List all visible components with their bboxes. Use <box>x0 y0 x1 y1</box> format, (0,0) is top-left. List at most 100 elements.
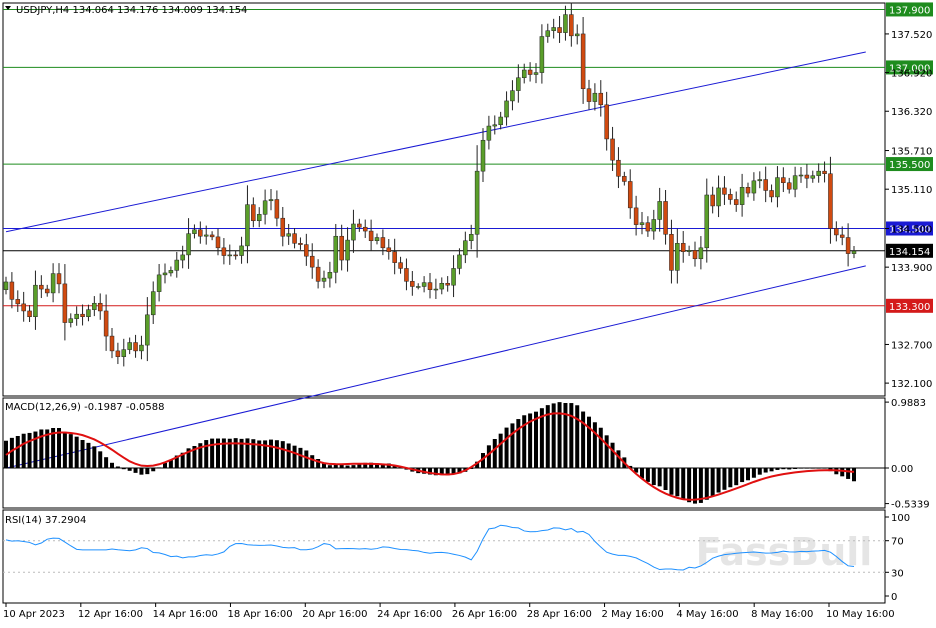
bull-candle <box>657 201 662 220</box>
bull-candle <box>574 33 580 37</box>
macd-bar <box>846 468 851 479</box>
bear-candle <box>586 88 592 102</box>
macd-bar <box>139 468 144 475</box>
bull-candle <box>698 247 704 260</box>
bear-candle <box>21 303 26 312</box>
macd-bar <box>280 441 285 468</box>
bull-candle <box>227 254 233 257</box>
price-axis: 137.520 136.920 136.320 135.710 135.110 134.5… <box>885 30 932 603</box>
bear-candle <box>569 14 574 37</box>
bear-candle <box>404 268 409 282</box>
horizontal-levels: 137.900137.000135.500134.500134.154133.3… <box>3 2 933 313</box>
pane-frames <box>2 2 886 604</box>
price-tick-label: 135.110 <box>891 185 932 196</box>
macd-bar <box>57 428 61 468</box>
time-tick-label: 10 May 16:00 <box>826 609 895 620</box>
macd-bar <box>145 468 150 475</box>
macd-signal-line <box>5 412 855 501</box>
bull-candle <box>345 239 350 261</box>
bull-candle <box>451 268 456 286</box>
bull-candle <box>321 277 327 282</box>
macd-bar <box>563 403 568 468</box>
symbol-header: USDJPY,H4 134.064 134.176 134.009 134.15… <box>16 5 247 16</box>
macd-bar <box>651 468 656 486</box>
bull-candle <box>415 286 421 288</box>
level-label: 133.300 <box>889 302 930 313</box>
bear-candle <box>233 254 238 257</box>
bull-candle <box>816 170 821 176</box>
bull-candle <box>439 283 445 290</box>
bear-candle <box>728 194 733 200</box>
bear-candle <box>97 302 103 312</box>
bear-candle <box>557 27 562 33</box>
bull-candle <box>651 219 657 232</box>
macd-bar <box>157 467 162 468</box>
candles <box>3 2 857 367</box>
watermark: FassBull <box>696 530 873 574</box>
bear-candle <box>39 284 44 290</box>
bear-candle <box>392 251 397 263</box>
bull-candle <box>286 233 291 237</box>
bull-candle <box>486 125 492 141</box>
bear-candle <box>692 250 698 260</box>
macd-bar <box>799 468 803 469</box>
macd-bar <box>151 468 156 472</box>
bull-candle <box>239 245 244 256</box>
bear-candle <box>315 266 321 282</box>
bull-candle <box>810 175 816 179</box>
bear-candle <box>292 233 297 244</box>
macd-tick-label: -0.5339 <box>891 500 930 511</box>
bear-candle <box>669 234 674 271</box>
bull-candle <box>33 284 38 318</box>
bull-candle <box>74 313 79 319</box>
bear-candle <box>598 92 604 106</box>
bear-candle <box>133 342 138 352</box>
macd-bar <box>86 442 91 468</box>
bear-candle <box>427 282 433 290</box>
macd-pane <box>3 402 885 504</box>
macd-bar <box>274 440 279 468</box>
macd-bar <box>728 468 733 488</box>
macd-bar <box>669 468 674 495</box>
chart-canvas[interactable]: FassBull 137.900137.000135.500134.500134… <box>0 0 936 624</box>
bull-candle <box>675 243 680 271</box>
macd-bar <box>498 433 503 468</box>
level-label: 134.154 <box>889 247 930 258</box>
macd-bar <box>345 465 350 468</box>
bull-candle <box>751 180 757 194</box>
bear-candle <box>527 69 533 75</box>
rsi-tick-label: 70 <box>891 537 904 548</box>
time-tick-label: 8 May 16:00 <box>751 609 813 620</box>
bull-candle <box>156 274 162 292</box>
macd-bar <box>693 468 697 504</box>
bull-candle <box>457 254 462 269</box>
time-tick-label: 14 Apr 16:00 <box>153 609 218 620</box>
bear-candle <box>680 243 686 252</box>
macd-bar <box>98 451 103 468</box>
macd-bar <box>581 411 586 468</box>
bear-candle <box>62 283 68 323</box>
bull-candle <box>180 254 185 261</box>
macd-bar <box>810 468 815 469</box>
macd-bar <box>604 435 609 468</box>
bull-candle <box>421 282 427 287</box>
bull-candle <box>268 199 274 202</box>
bear-candle <box>115 350 121 357</box>
bull-candle <box>686 250 692 252</box>
bull-candle <box>351 223 356 241</box>
bull-candle <box>374 237 380 241</box>
bear-candle <box>633 207 639 225</box>
bear-candle <box>15 299 21 305</box>
macd-bar <box>645 468 650 482</box>
bear-candle <box>828 173 833 229</box>
macd-bar <box>740 468 745 483</box>
macd-bar <box>557 402 562 468</box>
bull-candle <box>162 272 168 276</box>
bull-candle <box>792 175 798 190</box>
bear-candle <box>362 226 368 232</box>
bull-candle <box>50 273 56 294</box>
price-tick-label: 136.920 <box>891 69 932 80</box>
time-tick-label: 4 May 16:00 <box>676 609 738 620</box>
macd-bar <box>298 447 303 468</box>
trading-chart[interactable]: FassBull 137.900 137.000 135.500 134.500 134… <box>0 0 936 624</box>
